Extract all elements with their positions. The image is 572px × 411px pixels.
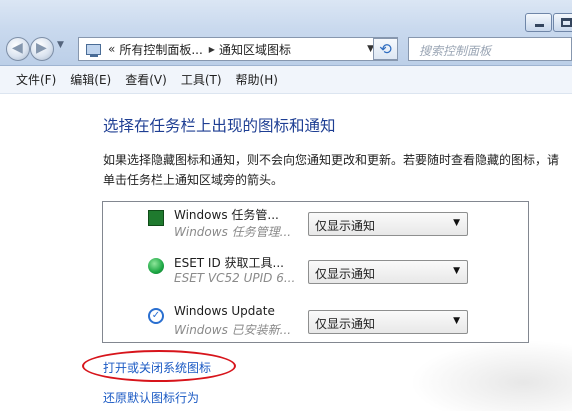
item-description: ESET VC52 UPID 6... (174, 271, 296, 285)
eset-icon (148, 258, 164, 274)
item-name: Windows Update (174, 304, 275, 318)
refresh-button[interactable]: ⟲ (373, 38, 398, 60)
item-name: Windows 任务管... (174, 208, 279, 222)
menu-help[interactable]: 帮助(H) (236, 71, 278, 88)
maximize-icon (561, 18, 572, 27)
menu-bar: 文件(F) 编辑(E) 查看(V) 工具(T) 帮助(H) (0, 66, 572, 94)
list-item: ESET ID 获取工具... ESET VC52 UPID 6... 仅显示通… (103, 252, 508, 300)
chevron-down-icon: ▼ (453, 316, 460, 326)
behavior-select[interactable]: 仅显示通知 ▼ (308, 260, 468, 284)
address-bar[interactable]: « 所有控制面板... ▶ 通知区域图标 ▼ (78, 37, 398, 61)
back-arrow-icon: ◀ (12, 40, 23, 56)
control-panel-icon (86, 43, 101, 57)
behavior-value: 仅显示通知 (315, 219, 376, 233)
page-title: 选择在任务栏上出现的图标和通知 (103, 117, 336, 135)
minimize-button[interactable] (525, 13, 552, 32)
restore-default-link[interactable]: 还原默认图标行为 (103, 389, 199, 406)
item-name: ESET ID 获取工具... (174, 256, 284, 270)
forward-arrow-icon: ▶ (36, 40, 47, 56)
behavior-value: 仅显示通知 (315, 267, 376, 281)
menu-tools[interactable]: 工具(T) (181, 71, 222, 88)
search-placeholder: 搜索控制面板 (419, 44, 492, 58)
breadcrumb-separator-icon[interactable]: ▶ (209, 45, 215, 54)
menu-edit[interactable]: 编辑(E) (70, 71, 111, 88)
list-item: Windows 任务管... Windows 任务管理... 仅显示通知 ▼ (103, 204, 508, 252)
recent-pages-dropdown[interactable]: ▼ (57, 40, 64, 50)
back-button[interactable]: ◀ (6, 37, 30, 61)
behavior-value: 仅显示通知 (315, 317, 376, 331)
chevron-down-icon: ▼ (453, 266, 460, 276)
search-input[interactable]: 搜索控制面板 (408, 37, 572, 61)
chevron-down-icon: ▼ (453, 218, 460, 228)
refresh-icon: ⟲ (379, 40, 392, 58)
forward-button[interactable]: ▶ (30, 37, 54, 61)
breadcrumb-notification-icons[interactable]: 通知区域图标 (219, 41, 291, 58)
toggle-system-icons-link[interactable]: 打开或关闭系统图标 (103, 359, 211, 376)
overflow-chevron-icon[interactable]: « (108, 42, 115, 56)
task-manager-icon (148, 210, 164, 226)
item-description: Windows 任务管理... (174, 225, 292, 239)
behavior-select[interactable]: 仅显示通知 ▼ (308, 212, 468, 236)
item-description: Windows 已安装新... (174, 323, 292, 337)
menu-view[interactable]: 查看(V) (125, 71, 167, 88)
page-description: 如果选择隐藏图标和通知，则不会向您通知更改和更新。若要随时查看隐藏的图标，请单击… (103, 153, 560, 187)
breadcrumb-control-panel[interactable]: 所有控制面板... (119, 41, 202, 58)
minimize-icon (535, 24, 544, 27)
menu-file[interactable]: 文件(F) (16, 71, 56, 88)
windows-update-icon: ✓ (148, 308, 164, 324)
notification-icons-list[interactable]: Windows 任务管... Windows 任务管理... 仅显示通知 ▼ E… (102, 201, 529, 343)
blur-overlay (410, 340, 572, 411)
behavior-select[interactable]: 仅显示通知 ▼ (308, 310, 468, 334)
title-bar: ◀ ▶ ▼ « 所有控制面板... ▶ 通知区域图标 ▼ ⟲ 搜索控制面板 (0, 0, 572, 66)
list-item: ✓ Windows Update Windows 已安装新... 仅显示通知 ▼ (103, 302, 508, 342)
maximize-button[interactable] (553, 13, 572, 32)
